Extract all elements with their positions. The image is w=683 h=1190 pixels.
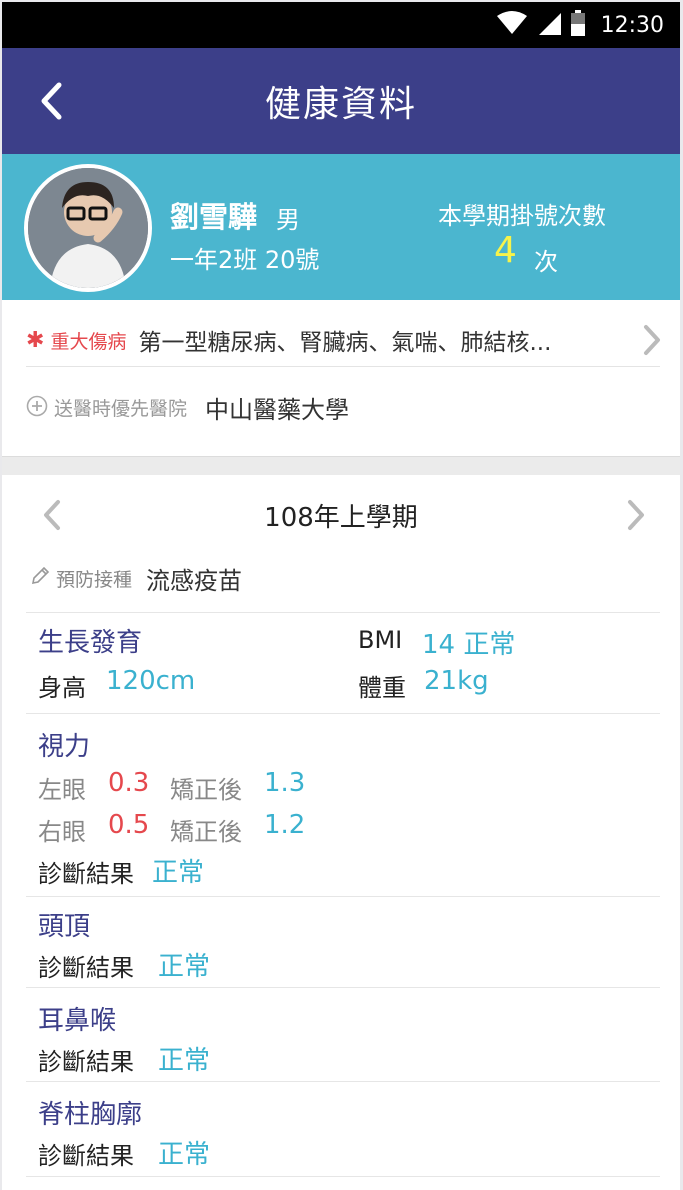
- divider: [26, 987, 660, 988]
- divider: [26, 1081, 660, 1082]
- vaccination-row: 預防接種 流感疫苗: [2, 547, 680, 609]
- health-info-card: ✱ 重大傷病 第一型糖尿病、腎臟病、氣喘、肺結核... 送醫時優先醫院 中山醫藥…: [2, 300, 680, 456]
- divider: [26, 1176, 660, 1177]
- ent-diagnosis-label: 診斷結果: [38, 1048, 134, 1076]
- page-title: 健康資料: [264, 84, 417, 125]
- growth-section: 生長發育 BMI 14 正常 身高 120cm 體重 21kg: [2, 622, 680, 712]
- chevron-right-icon: [628, 500, 644, 530]
- divider: [26, 612, 660, 613]
- weight-value: 21kg: [424, 666, 489, 696]
- right-eye-value: 0.5: [108, 810, 150, 840]
- major-illness-row[interactable]: ✱ 重大傷病 第一型糖尿病、腎臟病、氣喘、肺結核...: [26, 314, 680, 366]
- weight-label: 體重: [358, 674, 406, 702]
- vision-diagnosis-label: 診斷結果: [38, 860, 134, 888]
- semester-title: 108年上學期: [264, 503, 418, 533]
- spine-chest-section: 脊柱胸廓 診斷結果 正常: [2, 1092, 680, 1172]
- head-section: 頭頂 診斷結果 正常: [2, 904, 680, 984]
- divider: [26, 366, 660, 367]
- signal-icon: [537, 11, 561, 39]
- head-title: 頭頂: [38, 912, 91, 942]
- plus-circle-icon: [26, 395, 48, 421]
- ent-section: 耳鼻喉 診斷結果 正常: [2, 998, 680, 1078]
- divider: [26, 896, 660, 897]
- registration-count-label: 本學期掛號次數: [438, 202, 606, 230]
- right-corrected-value: 1.2: [264, 810, 306, 840]
- vision-diagnosis-value: 正常: [152, 858, 205, 888]
- bmi-label: BMI: [358, 626, 403, 654]
- next-semester-button[interactable]: [626, 499, 646, 535]
- bmi-value: 14 正常: [422, 630, 516, 660]
- preferred-hospital-row: 送醫時優先醫院 中山醫藥大學: [26, 390, 349, 425]
- vaccination-value: 流感疫苗: [146, 566, 243, 595]
- avatar: [24, 164, 152, 292]
- preferred-hospital-label: 送醫時優先醫院: [54, 398, 188, 420]
- vision-title: 視力: [38, 732, 91, 762]
- left-eye-value: 0.3: [108, 768, 150, 798]
- student-gender: 男: [276, 206, 300, 234]
- semester-selector: 108年上學期: [2, 475, 680, 547]
- left-corrected-label: 矯正後: [170, 776, 242, 804]
- wifi-icon: [496, 11, 527, 39]
- growth-title: 生長發育: [38, 628, 143, 658]
- height-label: 身高: [38, 674, 86, 702]
- spine-chest-title: 脊柱胸廓: [38, 1100, 143, 1130]
- left-eye-label: 左眼: [38, 776, 86, 804]
- major-illness-label: 重大傷病: [50, 330, 127, 353]
- chevron-left-icon: [41, 82, 62, 120]
- divider: [26, 713, 660, 714]
- left-corrected-value: 1.3: [264, 768, 306, 798]
- right-eye-label: 右眼: [38, 818, 86, 846]
- app-bar: 健康資料: [2, 48, 680, 154]
- battery-icon: [570, 10, 585, 40]
- status-bar: 12:30: [2, 2, 680, 48]
- head-diagnosis-label: 診斷結果: [38, 954, 134, 982]
- student-profile: 劉雪驊 男 一年2班 20號 本學期掛號次數 4 次: [2, 154, 680, 300]
- registration-count: 4: [494, 230, 517, 271]
- preferred-hospital-value: 中山醫藥大學: [205, 396, 350, 424]
- chevron-right-icon: [642, 324, 662, 360]
- phone-screen: 12:30 健康資料 劉雪驊 男 一年2班 20號 本學期掛號次數 4 次 ✱ …: [2, 2, 680, 1190]
- spine-chest-diagnosis-label: 診斷結果: [38, 1142, 134, 1170]
- major-illness-value: 第一型糖尿病、腎臟病、氣喘、肺結核...: [138, 330, 552, 356]
- vision-section: 視力 左眼 0.3 矯正後 1.3 右眼 0.5 矯正後 1.2 診斷結果 正常: [2, 724, 680, 894]
- clock: 12:30: [600, 12, 664, 38]
- pencil-icon: [30, 566, 50, 590]
- registration-unit: 次: [534, 248, 558, 276]
- back-button[interactable]: [32, 81, 72, 121]
- ent-diagnosis-value: 正常: [158, 1046, 211, 1076]
- height-value: 120cm: [106, 666, 196, 696]
- section-gap: [2, 456, 680, 475]
- student-name: 劉雪驊: [170, 200, 258, 234]
- head-diagnosis-value: 正常: [158, 952, 211, 982]
- vaccination-label: 預防接種: [56, 568, 133, 591]
- ent-title: 耳鼻喉: [38, 1006, 117, 1036]
- right-corrected-label: 矯正後: [170, 818, 242, 846]
- asterisk-icon: ✱: [26, 327, 45, 353]
- spine-chest-diagnosis-value: 正常: [158, 1140, 211, 1170]
- student-class-seat: 一年2班 20號: [170, 246, 320, 274]
